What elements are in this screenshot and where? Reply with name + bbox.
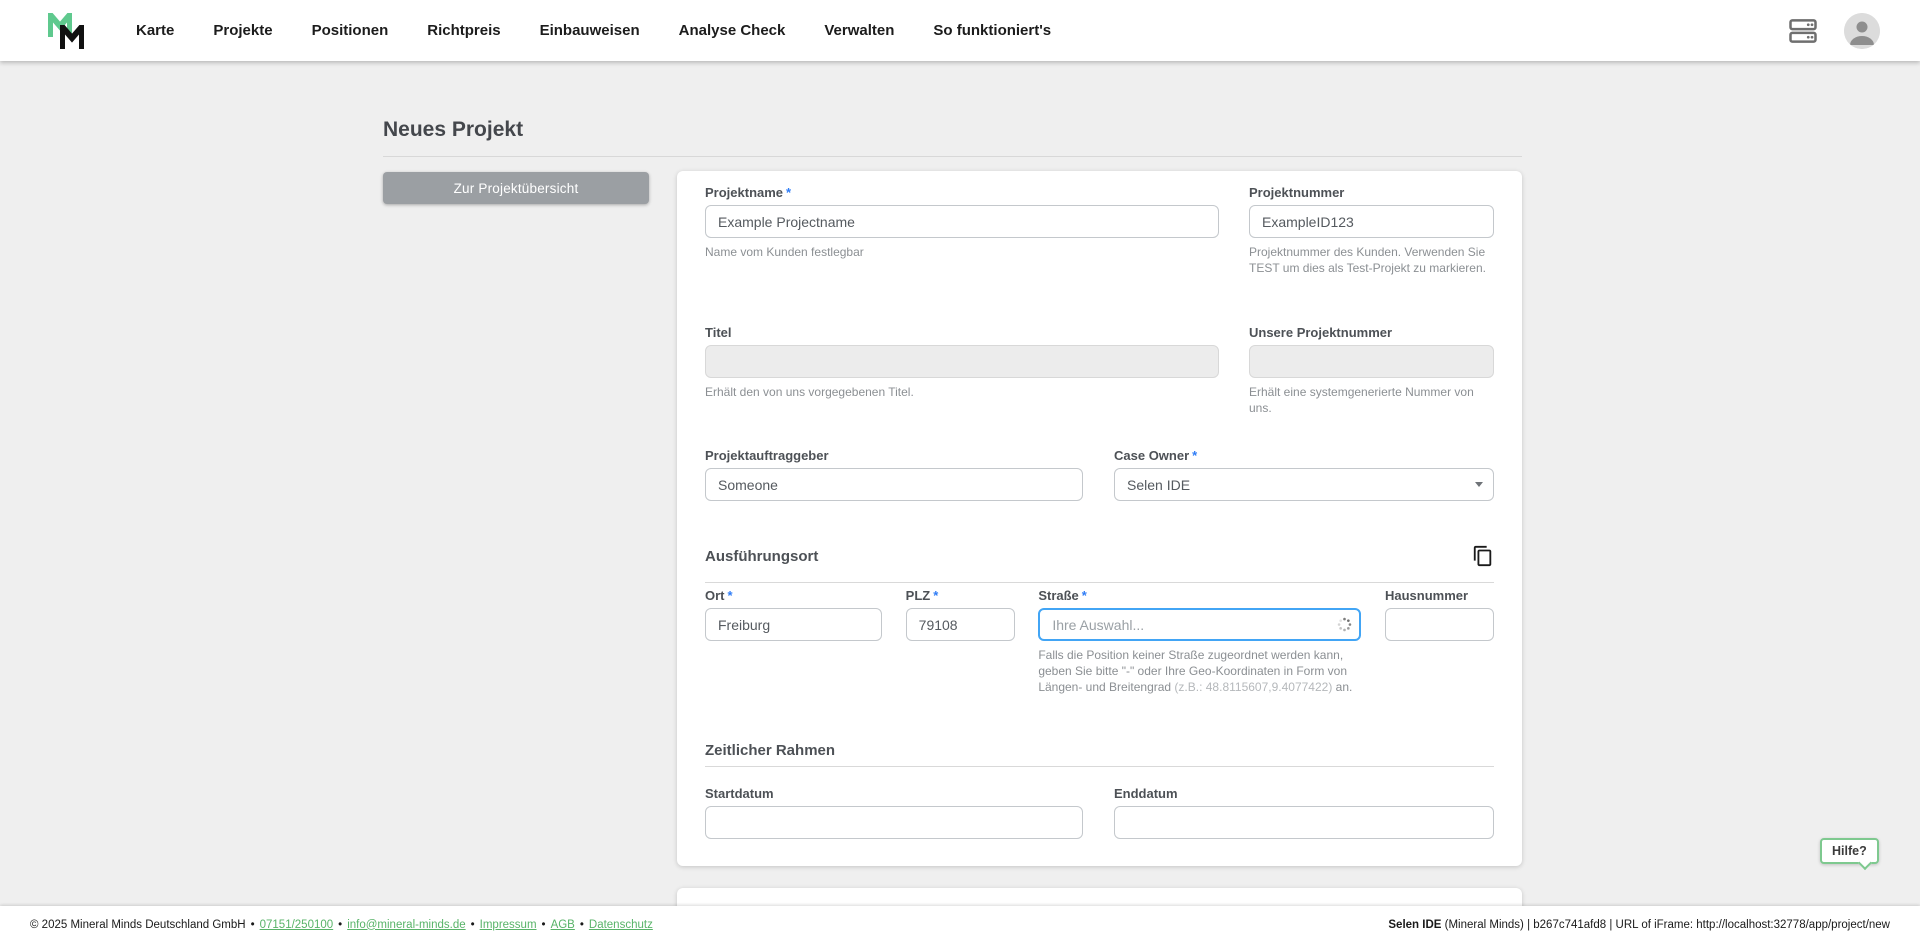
field-strasse: Straße* Falls die Position — [1038, 588, 1361, 695]
footer-link-datenschutz[interactable]: Datenschutz — [589, 919, 653, 931]
field-projektnummer: Projektnummer Projektnummer des Kunden. … — [1249, 185, 1494, 276]
section-zeitlicher-rahmen-title: Zeitlicher Rahmen — [705, 742, 835, 759]
copy-icon[interactable] — [1472, 545, 1494, 567]
field-startdatum: Startdatum — [705, 786, 1083, 839]
nav-item-analyse-check[interactable]: Analyse Check — [679, 22, 786, 39]
field-titel: Titel Erhält den von uns vorgegebenen Ti… — [705, 325, 1219, 400]
unsere-projektnummer-input — [1249, 345, 1494, 378]
field-projektauftraggeber: Projektauftraggeber — [705, 448, 1083, 501]
field-hausnummer: Hausnummer — [1385, 588, 1494, 641]
section-zeitlicher-rahmen-header: Zeitlicher Rahmen — [705, 742, 1494, 767]
titel-helper: Erhält den von uns vorgegebenen Titel. — [705, 384, 1219, 400]
strasse-helper: Falls die Position keiner Straße zugeord… — [1038, 647, 1361, 695]
strasse-input[interactable] — [1038, 608, 1361, 641]
main-nav: Karte Projekte Positionen Richtpreis Ein… — [136, 22, 1051, 39]
help-button[interactable]: Hilfe? — [1820, 838, 1879, 864]
nav-item-positionen[interactable]: Positionen — [312, 22, 389, 39]
projektname-input[interactable] — [705, 205, 1219, 238]
footer-session-details: (Mineral Minds) | b267c741afd8 | URL of … — [1441, 919, 1890, 931]
field-ort: Ort* — [705, 588, 882, 641]
section-ausfuehrungsort-title: Ausführungsort — [705, 548, 818, 565]
titel-label: Titel — [705, 325, 1219, 340]
field-unsere-projektnummer: Unsere Projektnummer Erhält eine systemg… — [1249, 325, 1494, 416]
footer-copyright: © 2025 Mineral Minds Deutschland GmbH — [30, 919, 246, 931]
server-icon[interactable] — [1788, 16, 1818, 46]
nav-item-karte[interactable]: Karte — [136, 22, 174, 39]
startdatum-label: Startdatum — [705, 786, 1083, 801]
chevron-down-icon — [1475, 482, 1483, 487]
footer-link-phone[interactable]: 07151/250100 — [260, 919, 334, 931]
section-ausfuehrungsort-header: Ausführungsort — [705, 545, 1494, 583]
nav-item-so-funktionierts[interactable]: So funktioniert's — [933, 22, 1051, 39]
field-case-owner: Case Owner* Selen IDE — [1114, 448, 1494, 501]
required-asterisk: * — [933, 588, 938, 603]
titel-input — [705, 345, 1219, 378]
page-title: Neues Projekt — [383, 118, 1522, 142]
new-project-form-card: Projektname* Name vom Kunden festlegbar … — [677, 171, 1522, 866]
footer-left: © 2025 Mineral Minds Deutschland GmbH • … — [30, 919, 653, 931]
plz-input[interactable] — [906, 608, 1015, 641]
ort-label: Ort* — [705, 588, 882, 603]
nav-item-einbauweisen[interactable]: Einbauweisen — [540, 22, 640, 39]
required-asterisk: * — [786, 185, 791, 200]
required-asterisk: * — [1082, 588, 1087, 603]
case-owner-selected-value: Selen IDE — [1127, 477, 1190, 493]
field-projektname: Projektname* Name vom Kunden festlegbar — [705, 185, 1219, 260]
page-footer: © 2025 Mineral Minds Deutschland GmbH • … — [0, 906, 1920, 943]
required-asterisk: * — [728, 588, 733, 603]
loading-spinner-icon — [1337, 617, 1352, 637]
enddatum-input[interactable] — [1114, 806, 1494, 839]
hausnummer-input[interactable] — [1385, 608, 1494, 641]
projektnummer-helper: Projektnummer des Kunden. Verwenden Sie … — [1249, 244, 1494, 276]
title-divider — [383, 156, 1522, 157]
projektnummer-input[interactable] — [1249, 205, 1494, 238]
case-owner-select[interactable]: Selen IDE — [1114, 468, 1494, 501]
footer-session-info: Selen IDE (Mineral Minds) | b267c741afd8… — [1388, 919, 1890, 931]
field-enddatum: Enddatum — [1114, 786, 1494, 839]
case-owner-label: Case Owner* — [1114, 448, 1494, 463]
projektname-helper: Name vom Kunden festlegbar — [705, 244, 1219, 260]
back-to-project-overview-button[interactable]: Zur Projektübersicht — [383, 172, 649, 204]
nav-item-projekte[interactable]: Projekte — [213, 22, 272, 39]
hausnummer-label: Hausnummer — [1385, 588, 1494, 603]
strasse-label: Straße* — [1038, 588, 1361, 603]
ort-input[interactable] — [705, 608, 882, 641]
plz-label: PLZ* — [906, 588, 1015, 603]
projektauftraggeber-input[interactable] — [705, 468, 1083, 501]
nav-item-verwalten[interactable]: Verwalten — [824, 22, 894, 39]
unsere-projektnummer-label: Unsere Projektnummer — [1249, 325, 1494, 340]
footer-link-impressum[interactable]: Impressum — [480, 919, 537, 931]
top-navbar: Karte Projekte Positionen Richtpreis Ein… — [0, 0, 1920, 61]
help-button-label: Hilfe? — [1832, 844, 1867, 858]
unsere-projektnummer-helper: Erhält eine systemgenerierte Nummer von … — [1249, 384, 1494, 416]
footer-link-agb[interactable]: AGB — [551, 919, 575, 931]
nav-item-richtpreis[interactable]: Richtpreis — [427, 22, 500, 39]
startdatum-input[interactable] — [705, 806, 1083, 839]
projektauftraggeber-label: Projektauftraggeber — [705, 448, 1083, 463]
projektname-label: Projektname* — [705, 185, 1219, 200]
required-asterisk: * — [1192, 448, 1197, 463]
footer-session-user: Selen IDE — [1388, 919, 1441, 931]
navbar-right — [1788, 13, 1880, 49]
help-bubble-tail — [1858, 856, 1872, 870]
mineral-minds-logo-icon[interactable] — [42, 11, 86, 51]
field-plz: PLZ* — [906, 588, 1015, 641]
footer-link-email[interactable]: info@mineral-minds.de — [347, 919, 465, 931]
user-avatar-icon[interactable] — [1844, 13, 1880, 49]
projektnummer-label: Projektnummer — [1249, 185, 1494, 200]
enddatum-label: Enddatum — [1114, 786, 1494, 801]
